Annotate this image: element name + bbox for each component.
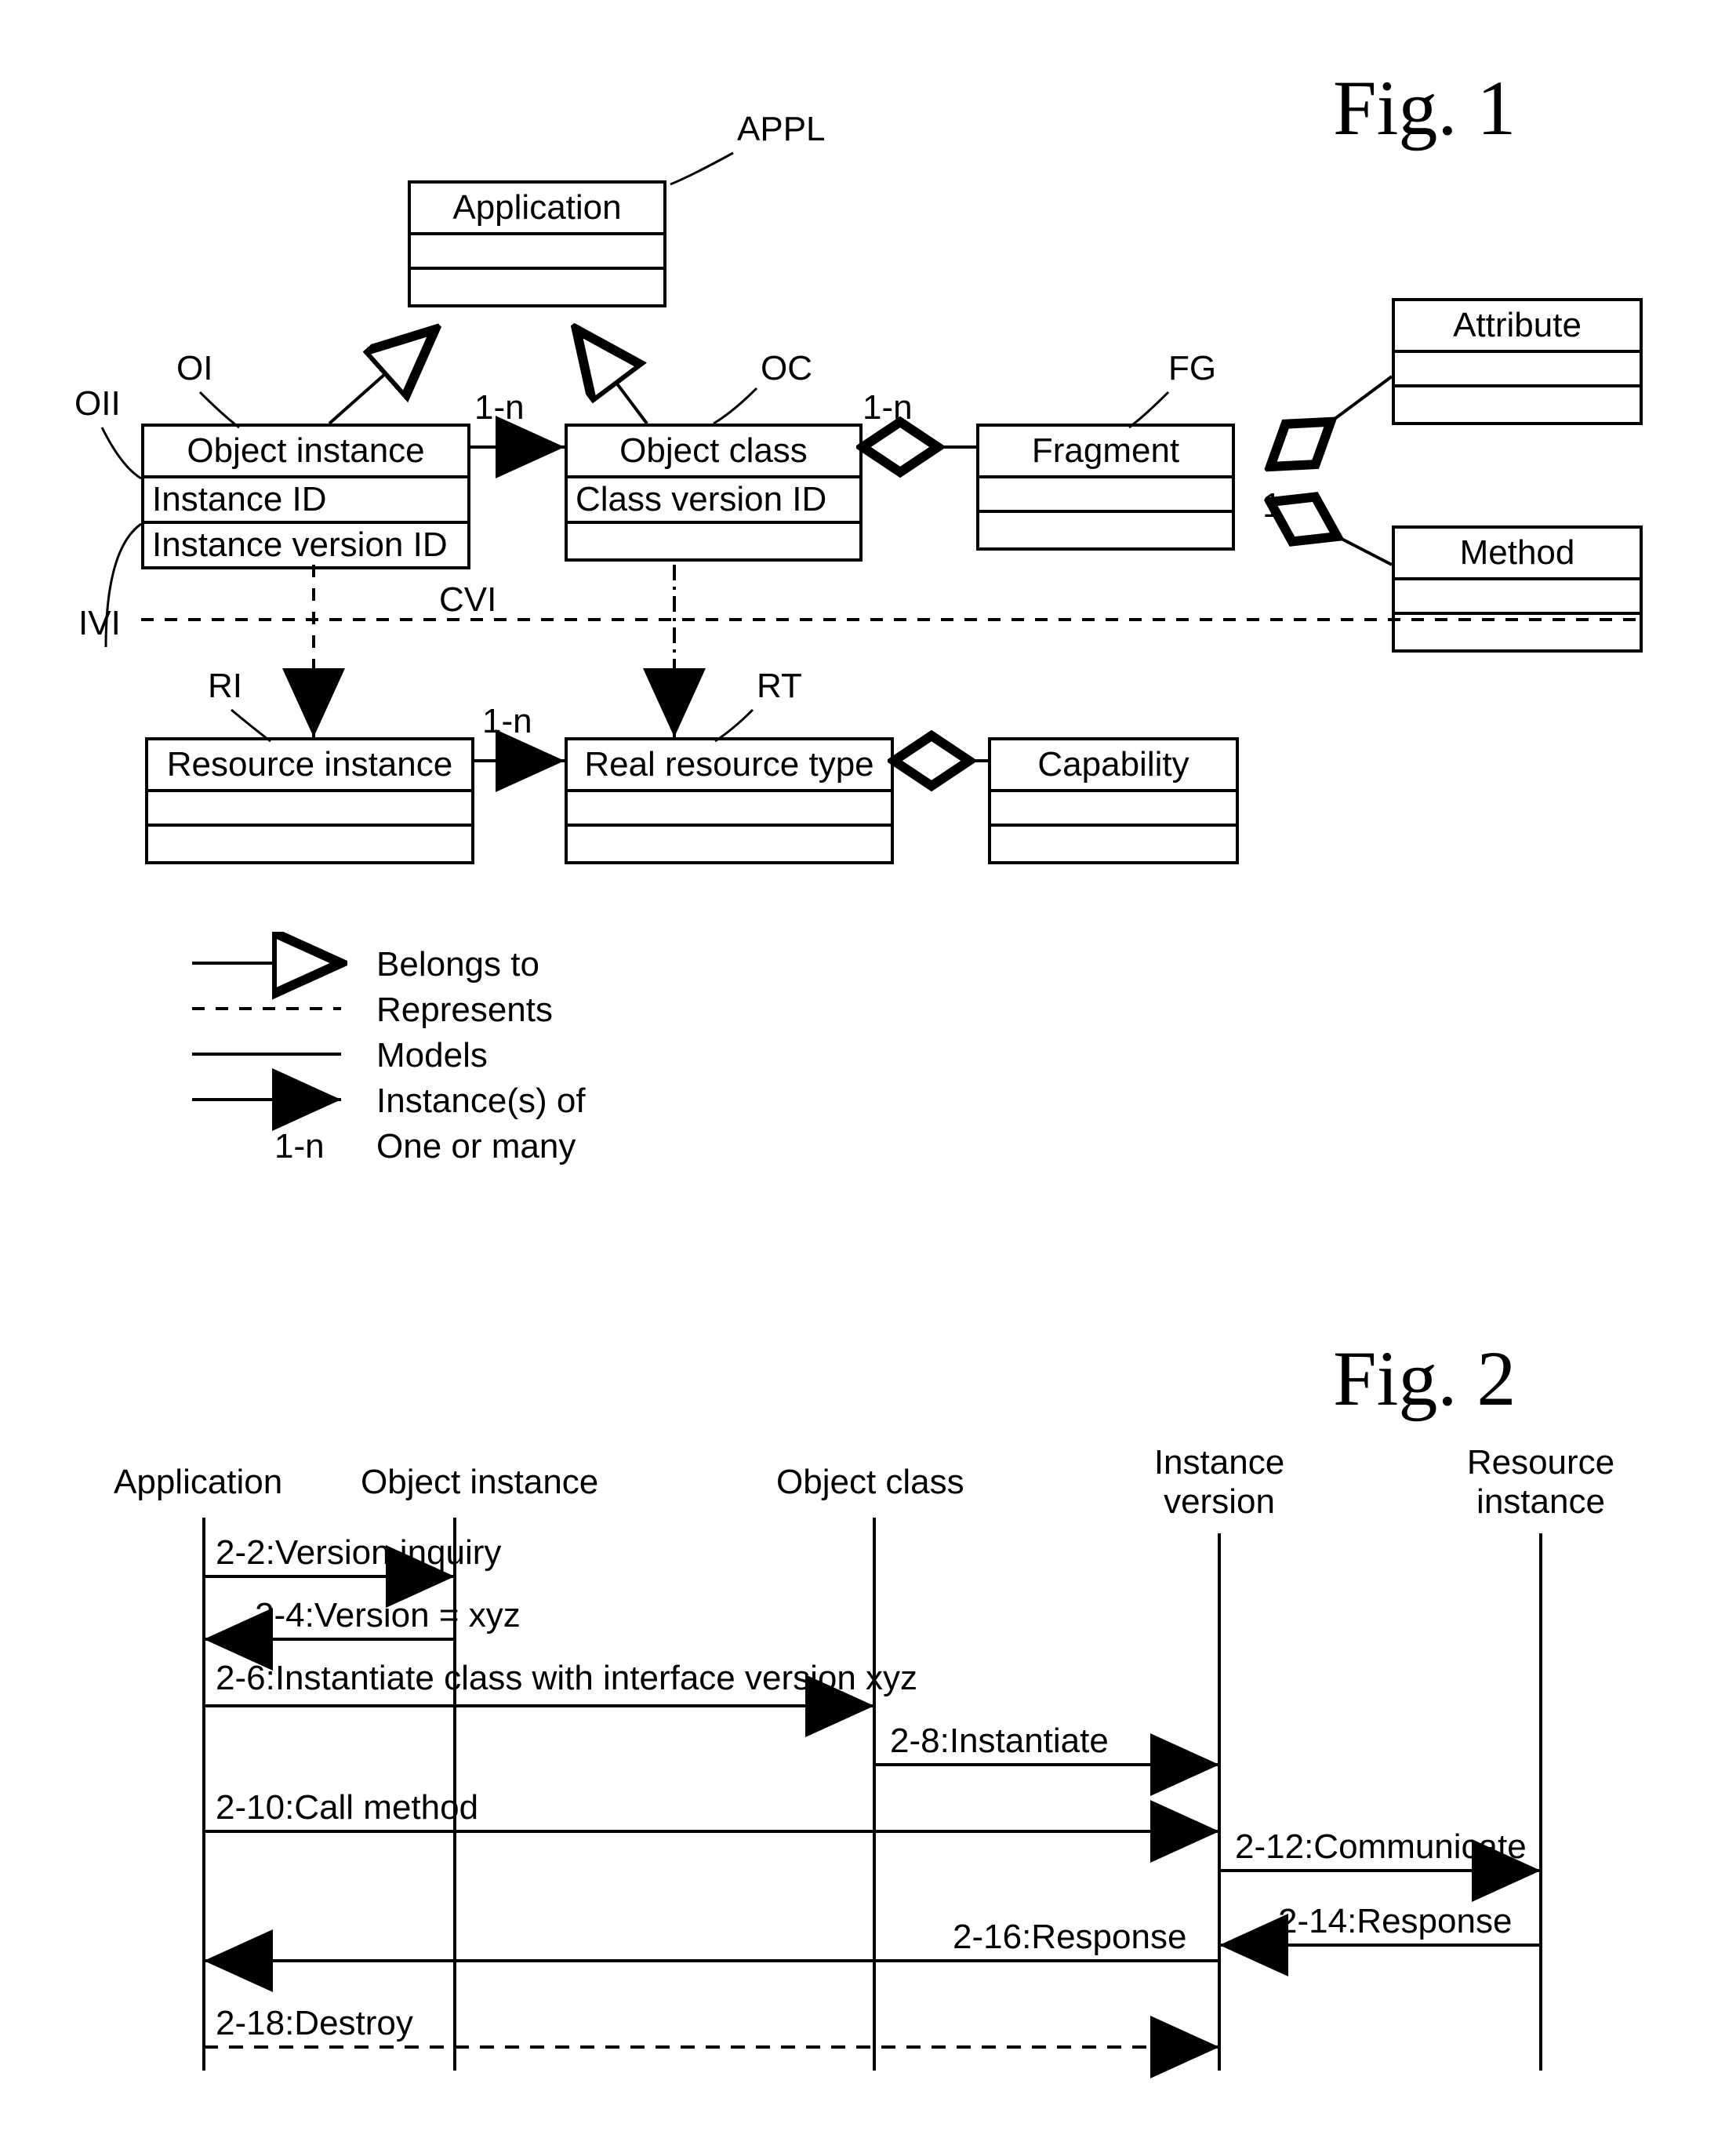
fig2-arrows bbox=[0, 0, 1736, 2149]
page: Fig. 1 Fig. 2 Application Object instanc… bbox=[0, 0, 1736, 2149]
